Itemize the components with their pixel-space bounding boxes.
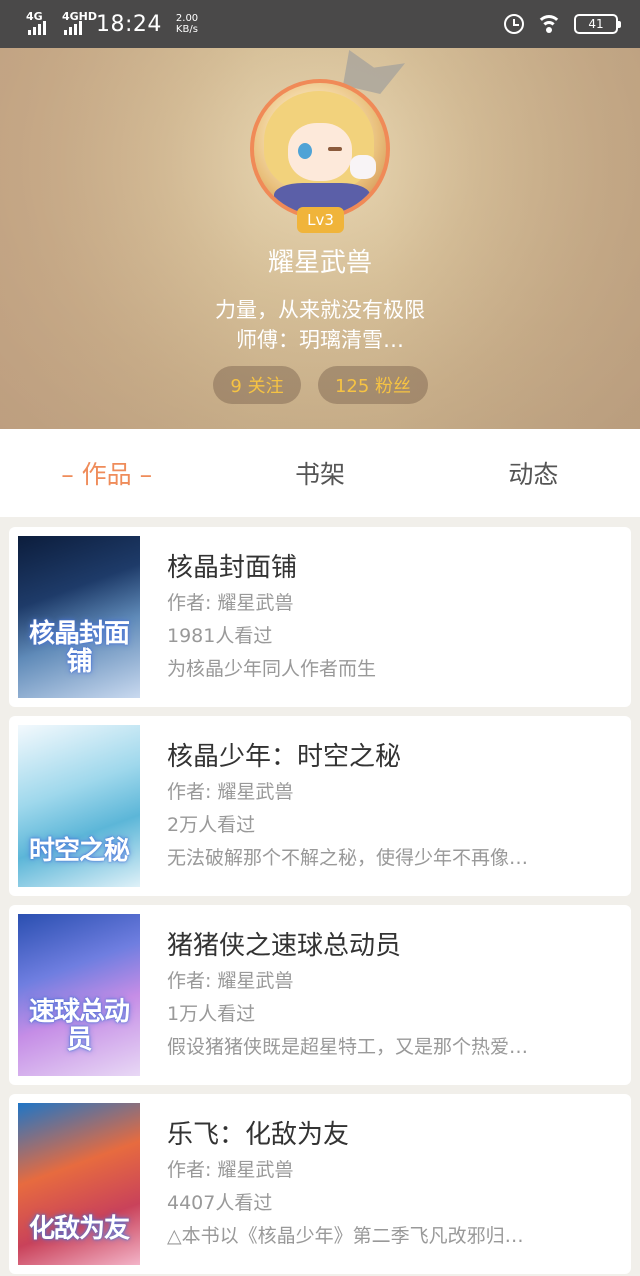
followers-button[interactable]: 125 粉丝 [318,366,428,404]
profile-header: Lv3 耀星武兽 力量，从来就没有极限 师傅：玥璃清雪… 9 关注 125 粉丝 [0,48,640,429]
battery-icon: 41 [574,14,621,34]
tab-bar: – 作品 – 书架 动态 [0,429,640,517]
following-button[interactable]: 9 关注 [213,366,301,404]
book-cover[interactable]: 核晶封面铺 [18,536,140,698]
profile-master[interactable]: 师傅：玥璃清雪… [0,324,640,354]
tab-activity[interactable]: 动态 [427,455,640,491]
list-item[interactable]: 速球总动员 猪猪侠之速球总动员 作者: 耀星武兽 1万人看过 假设猪猪侠既是超星… [9,905,631,1085]
book-title: 乐飞：化敌为友 [167,1120,350,1150]
profile-motto: 力量，从来就没有极限 [215,298,425,322]
list-item[interactable]: 核晶封面铺 核晶封面铺 作者: 耀星武兽 1981人看过 为核晶少年同人作者而生 [9,527,631,707]
tab-works[interactable]: – 作品 – [0,455,213,491]
book-description: 无法破解那个不解之秘，使得少年不再像… [167,847,529,869]
status-bar: 4G 4GHD 18:24 2.00 KB/s 41 [0,0,640,48]
book-views: 4407人看过 [167,1192,273,1214]
book-author: 作者: 耀星武兽 [167,592,294,614]
signal-icon: 4GHD [62,11,97,35]
level-badge: Lv3 [297,207,344,233]
alarm-icon [504,14,524,34]
book-title: 核晶封面铺 [167,553,298,583]
book-cover[interactable]: 时空之秘 [18,725,140,887]
book-author: 作者: 耀星武兽 [167,1159,294,1181]
tab-bookshelf[interactable]: 书架 [213,455,426,491]
username: 耀星武兽 [267,248,372,278]
network-speed: 2.00 KB/s [175,13,199,35]
clock: 18:24 [96,11,162,37]
avatar[interactable] [250,79,390,219]
list-item[interactable]: 时空之秘 核晶少年：时空之秘 作者: 耀星武兽 2万人看过 无法破解那个不解之秘… [9,716,631,896]
signal-icon: 4G [26,11,46,35]
wifi-icon [536,15,562,33]
book-author: 作者: 耀星武兽 [167,781,294,803]
book-description: 为核晶少年同人作者而生 [167,658,377,680]
book-views: 2万人看过 [167,814,256,836]
book-title: 核晶少年：时空之秘 [167,742,402,772]
book-title: 猪猪侠之速球总动员 [167,931,402,961]
book-author: 作者: 耀星武兽 [167,970,294,992]
book-views: 1万人看过 [167,1003,256,1025]
book-cover[interactable]: 化敌为友 [18,1103,140,1265]
works-list: 核晶封面铺 核晶封面铺 作者: 耀星武兽 1981人看过 为核晶少年同人作者而生… [9,527,631,1276]
list-item[interactable]: 化敌为友 乐飞：化敌为友 作者: 耀星武兽 4407人看过 △本书以《核晶少年》… [9,1094,631,1274]
book-description: 假设猪猪侠既是超星特工，又是那个热爱… [167,1036,529,1058]
book-description: △本书以《核晶少年》第二季飞凡改邪归… [167,1225,524,1247]
book-cover[interactable]: 速球总动员 [18,914,140,1076]
book-views: 1981人看过 [167,625,273,647]
